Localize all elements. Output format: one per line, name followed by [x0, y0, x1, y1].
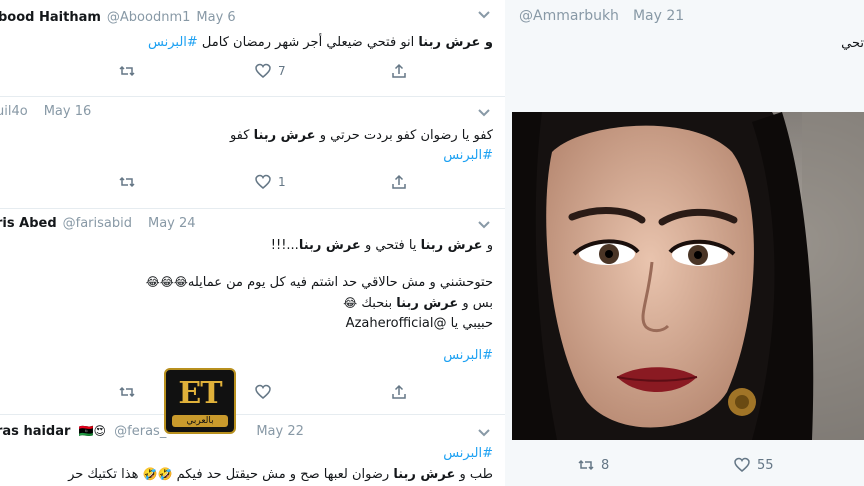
tweet-text: و عرش ربنا يا فتحي و عرش ربنا...!!! حتوح…	[146, 236, 493, 366]
share-button[interactable]	[390, 61, 408, 81]
share-icon	[392, 63, 406, 78]
chevron-down-icon[interactable]	[477, 428, 491, 438]
woman-portrait-image	[512, 112, 864, 440]
chevron-down-icon[interactable]	[477, 10, 491, 20]
tweet-date[interactable]: May 6	[196, 10, 235, 25]
chevron-down-icon[interactable]	[477, 108, 491, 118]
retweet-icon	[119, 176, 135, 188]
tweet-photo[interactable]	[512, 112, 864, 440]
emoji: 😂	[343, 296, 358, 310]
hashtag-link[interactable]: #البرنس	[443, 348, 493, 363]
like-button[interactable]: 1	[254, 172, 286, 192]
bold-phrase: عرش ربنا	[396, 296, 459, 311]
logo-subtext: بالعربي	[172, 415, 228, 427]
share-icon	[392, 174, 406, 189]
heart-icon	[255, 174, 271, 189]
tweet-text-segment: حبيبي يا @Azaherofficial	[345, 316, 493, 331]
emoji: 😂😂😂	[145, 275, 188, 289]
bold-phrase: عرش ربنا	[298, 238, 361, 253]
tweet-actions: 8 55	[577, 455, 837, 477]
retweet-icon	[119, 386, 135, 398]
author-name[interactable]: ris Abed	[0, 216, 57, 231]
tweet-text-segment: بس و	[458, 296, 493, 311]
tweet-text: و عرش ربنا انو فتحي ضيعلي أجر شهر رمضان …	[148, 33, 493, 53]
bold-phrase: عرش ربنا	[420, 238, 483, 253]
retweet-icon	[578, 459, 594, 471]
like-button[interactable]: 55	[733, 455, 774, 475]
like-count: 1	[278, 175, 286, 189]
share-button[interactable]	[390, 172, 408, 192]
retweet-button[interactable]	[118, 61, 136, 81]
tweet-card-right[interactable]: @Ammarbukh May 21 تحي 8 55	[505, 0, 864, 486]
tweet-header: ras haidar 🇱🇾😍 @feras_ May 22	[0, 424, 304, 444]
like-count: 55	[757, 457, 774, 473]
logo-text: ET	[178, 376, 222, 411]
tweet-header: @Ammarbukh May 21	[519, 8, 684, 24]
tweet-date[interactable]: May 16	[44, 104, 92, 119]
share-button[interactable]	[390, 382, 408, 402]
hashtag-link[interactable]: #البرنس	[148, 35, 198, 50]
author-handle[interactable]: @Aboodnm1	[107, 10, 190, 25]
tweet-text: كفو يا رضوان كفو بردت حرتي و عرش ربنا كف…	[230, 126, 493, 166]
hashtag-link[interactable]: #البرنس	[443, 148, 493, 163]
like-button[interactable]	[254, 382, 272, 402]
tweet-text-segment: هذا تكتيك حر	[68, 467, 143, 482]
author-handle[interactable]: uil4o	[0, 104, 28, 119]
tweet-card[interactable]: ris Abed @farisabid May 24 و عرش ربنا يا ف…	[0, 208, 505, 415]
retweet-button[interactable]: 8	[577, 455, 609, 475]
tweet-card[interactable]: uil4o May 16 كفو يا رضوان كفو بردت حرتي و…	[0, 96, 505, 209]
author-name[interactable]: bood Haitham	[0, 10, 101, 25]
tweet-date[interactable]: May 21	[633, 8, 684, 24]
heart-icon	[255, 384, 271, 399]
tweet-text: تحي	[841, 36, 864, 51]
tweet-text-segment: حتوحشني و مش حالاقي حد اشتم فيه كل يوم م…	[187, 275, 493, 290]
author-name[interactable]: ras haidar	[0, 424, 70, 439]
tweet-text: #البرنس طب و عرش ربنا رضوان لعبها صح و م…	[68, 444, 493, 485]
tweet-actions: 1	[118, 172, 418, 192]
flag-emoji: 🇱🇾😍	[78, 424, 107, 438]
retweet-icon	[119, 65, 135, 77]
heart-icon	[255, 63, 271, 78]
chevron-down-icon[interactable]	[477, 220, 491, 230]
author-handle[interactable]: @Ammarbukh	[519, 8, 619, 24]
tweet-card[interactable]: ras haidar 🇱🇾😍 @feras_ May 22 #البرنس طب …	[0, 414, 505, 486]
emoji: 🤣🤣	[142, 467, 173, 481]
tweet-header: uil4o May 16	[0, 104, 91, 124]
retweet-count: 8	[601, 457, 610, 473]
tweet-text-segment: كفو يا رضوان كفو بردت حرتي و	[315, 128, 493, 143]
share-icon	[392, 384, 406, 399]
tweet-text-segment: ...!!!	[270, 238, 299, 253]
tweet-header: bood Haitham @Aboodnm1 May 6	[0, 10, 236, 30]
retweet-button[interactable]	[118, 382, 136, 402]
heart-icon	[734, 457, 750, 472]
tweet-date[interactable]: May 22	[256, 424, 304, 439]
tweet-text-segment: كفو	[229, 128, 254, 143]
tweet-actions	[118, 382, 418, 402]
hashtag-link[interactable]: #البرنس	[443, 446, 493, 461]
tweet-text-segment: يا فتحي و	[360, 238, 421, 253]
like-count: 7	[278, 64, 286, 78]
author-handle[interactable]: @feras_	[114, 424, 166, 439]
tweet-text-segment: انو فتحي ضيعلي أجر شهر رمضان كامل	[197, 35, 419, 50]
retweet-button[interactable]	[118, 172, 136, 192]
bold-phrase: عرش ربنا	[253, 128, 316, 143]
tweet-actions: 7	[118, 61, 418, 81]
bold-phrase: عرش ربنا	[393, 467, 456, 482]
tweet-feed-left: bood Haitham @Aboodnm1 May 6 و عرش ربنا ان…	[0, 0, 505, 486]
et-bilarabi-logo: ET بالعربي	[164, 368, 236, 434]
tweet-header: ris Abed @farisabid May 24	[0, 216, 196, 236]
tweet-text-segment: رضوان لعبها صح و مش حيقتل حد فيكم	[172, 467, 394, 482]
tweet-text-segment: طب و	[455, 467, 493, 482]
tweet-text-segment: بنحبك	[357, 296, 397, 311]
like-button[interactable]: 7	[254, 61, 286, 81]
tweet-text-segment: و	[482, 238, 493, 253]
tweet-date[interactable]: May 24	[148, 216, 196, 231]
author-handle[interactable]: @farisabid	[63, 216, 132, 231]
tweet-card[interactable]: bood Haitham @Aboodnm1 May 6 و عرش ربنا ان…	[0, 0, 505, 97]
bold-phrase: و عرش ربنا	[418, 35, 493, 50]
